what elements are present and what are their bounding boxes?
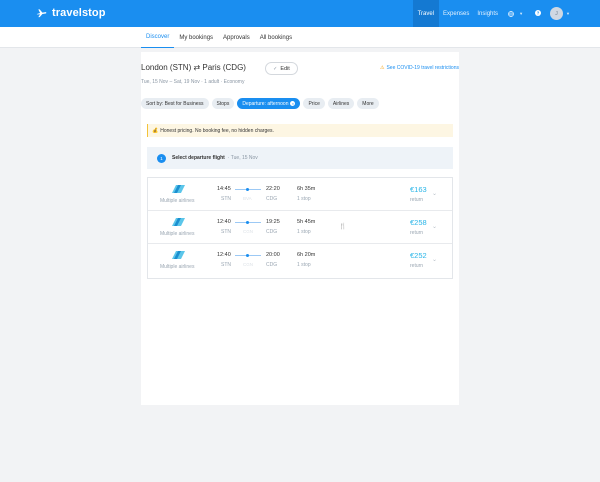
select-flight-header: 1 Select departure flight · Tue, 15 Nov: [147, 147, 453, 169]
nav-insights[interactable]: Insights: [473, 0, 502, 27]
airlines-filter[interactable]: Airlines: [327, 98, 355, 109]
stop-dot: [246, 254, 249, 257]
filter-bar: Sort by: Best for Business Stops Departu…: [141, 98, 379, 109]
globe-icon: [508, 10, 514, 17]
airline-name: Multiple airlines: [160, 198, 195, 204]
price-note: return: [410, 197, 424, 203]
route-line: [235, 254, 261, 257]
step-badge: 1: [157, 153, 166, 163]
search-header: London (STN) ⇄ Paris (CDG) ✓ Edit ⚠ See …: [141, 62, 459, 76]
brand-logo[interactable]: travelstop: [36, 7, 106, 19]
top-bar: travelstop Travel Expenses Insights ▼ ? …: [0, 0, 600, 27]
flight-price: €163: [410, 185, 427, 194]
chevron-down-icon[interactable]: ⌄: [432, 223, 437, 230]
flight-row[interactable]: Multiple airlines 14:45 STN BVA 22:20 CD…: [148, 178, 452, 211]
chevron-down-icon[interactable]: ⌄: [432, 256, 437, 263]
arrival-time: 22:20: [266, 186, 280, 192]
pricing-notice: 💰 Honest pricing. No booking fee, no hid…: [147, 124, 453, 137]
chip-label: Price: [308, 100, 320, 107]
arrival-time: 19:25: [266, 219, 280, 225]
airline-logo-icon: [172, 251, 185, 259]
route-line: [235, 221, 261, 224]
stop-dot: [246, 221, 249, 224]
notice-text: Honest pricing. No booking fee, no hidde…: [160, 127, 274, 134]
airline-name: Multiple airlines: [160, 264, 195, 270]
select-flight-date: · Tue, 15 Nov: [227, 155, 258, 161]
nav-travel[interactable]: Travel: [412, 0, 440, 27]
departure-time: 12:40: [217, 252, 231, 258]
arrival-time: 20:00: [266, 252, 280, 258]
dining-icon: 🍴: [339, 224, 347, 230]
money-bag-icon: 💰: [152, 127, 159, 134]
edit-search-button[interactable]: ✓ Edit: [265, 62, 298, 75]
tab-discover[interactable]: Discover: [141, 27, 175, 48]
more-filter[interactable]: More: [357, 98, 379, 109]
sort-filter[interactable]: Sort by: Best for Business: [141, 98, 209, 109]
covid-link-label: See COVID-19 travel restrictions: [386, 65, 459, 71]
airline-logo-icon: [172, 218, 185, 226]
departure-filter[interactable]: Departure: afternoon ×: [237, 98, 301, 109]
arrival-airport: CDG: [266, 196, 278, 202]
warning-icon: ⚠: [379, 65, 385, 71]
arrival-airport: CDG: [266, 262, 278, 268]
departure-airport: STN: [221, 262, 231, 268]
stop-dot: [246, 188, 249, 191]
chip-label: Stops: [216, 100, 230, 107]
stop-count: 1 stop: [297, 262, 311, 268]
language-selector[interactable]: ▼: [508, 10, 524, 17]
via-airport: CGN: [243, 229, 253, 234]
edit-label: Edit: [280, 65, 290, 72]
stops-filter[interactable]: Stops: [211, 98, 235, 109]
chevron-down-icon: ▼: [519, 11, 524, 16]
brand-name: travelstop: [52, 7, 106, 19]
close-icon[interactable]: ×: [290, 101, 296, 106]
stop-count: 1 stop: [297, 229, 311, 235]
departure-time: 14:45: [217, 186, 231, 192]
airline-name: Multiple airlines: [160, 231, 195, 237]
avatar[interactable]: J: [550, 7, 564, 20]
via-airport: CGN: [243, 262, 253, 267]
flight-row[interactable]: Multiple airlines 12:40 STN CGN 20:00 CD…: [148, 244, 452, 277]
route-title: London (STN) ⇄ Paris (CDG): [141, 63, 246, 72]
price-note: return: [410, 263, 424, 269]
chip-label: Airlines: [332, 100, 350, 107]
nav-expenses[interactable]: Expenses: [439, 0, 473, 27]
departure-time: 12:40: [217, 219, 231, 225]
chevron-down-icon[interactable]: ⌄: [432, 190, 437, 197]
stop-count: 1 stop: [297, 196, 311, 202]
flight-price: €258: [410, 218, 427, 227]
tab-all-bookings[interactable]: All bookings: [255, 27, 297, 48]
select-flight-title: Select departure flight: [172, 155, 225, 161]
flight-price: €252: [410, 251, 427, 260]
tab-approvals[interactable]: Approvals: [218, 27, 255, 48]
airplane-icon: [36, 8, 47, 17]
flight-duration: 5h 45m: [297, 219, 316, 225]
search-results-card: London (STN) ⇄ Paris (CDG) ✓ Edit ⚠ See …: [141, 52, 459, 405]
chip-label: Sort by: Best for Business: [146, 100, 204, 107]
arrival-airport: CDG: [266, 229, 278, 235]
help-button[interactable]: ?: [535, 9, 542, 18]
via-airport: BVA: [243, 196, 252, 201]
route-line: [235, 188, 261, 191]
sub-nav: Discover My bookings Approvals All booki…: [0, 27, 600, 48]
svg-text:?: ?: [537, 10, 540, 15]
chevron-down-icon[interactable]: ▼: [566, 11, 570, 16]
trip-meta: Tue, 15 Nov – Sat, 19 Nov · 1 adult · Ec…: [141, 79, 245, 85]
price-note: return: [410, 230, 424, 236]
chip-label: Departure: afternoon: [242, 100, 289, 107]
help-icon: ?: [535, 9, 542, 16]
tab-my-bookings[interactable]: My bookings: [174, 27, 218, 48]
flight-row[interactable]: Multiple airlines 12:40 STN CGN 19:25 CD…: [148, 211, 452, 244]
top-nav: Travel Expenses Insights ▼ ? J ▼: [412, 0, 570, 27]
flight-duration: 6h 35m: [297, 186, 316, 192]
departure-airport: STN: [221, 229, 231, 235]
departure-airport: STN: [221, 196, 231, 202]
price-filter[interactable]: Price: [303, 98, 325, 109]
covid-restrictions-link[interactable]: ⚠ See COVID-19 travel restrictions: [380, 65, 459, 71]
flight-duration: 6h 20m: [297, 252, 316, 258]
airline-logo-icon: [172, 185, 185, 193]
flight-results-list: Multiple airlines 14:45 STN BVA 22:20 CD…: [147, 177, 453, 279]
pencil-icon: ✓: [273, 65, 278, 72]
chip-label: More: [362, 100, 374, 107]
